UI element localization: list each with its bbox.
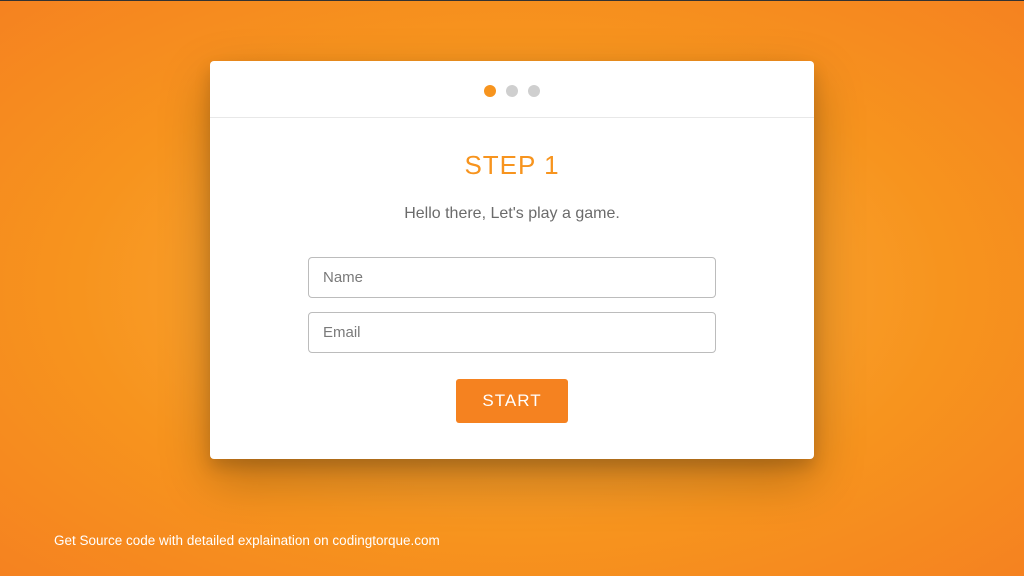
step-content: STEP 1 Hello there, Let's play a game. S… [210,118,814,459]
step-dot-2[interactable] [506,85,518,97]
step-subtitle: Hello there, Let's play a game. [250,205,774,223]
start-button[interactable]: START [456,379,567,423]
step-indicator [210,61,814,118]
email-input[interactable] [308,312,716,353]
footer-caption: Get Source code with detailed explainati… [54,533,440,548]
step-title: STEP 1 [250,150,774,181]
name-input[interactable] [308,257,716,298]
step-card: STEP 1 Hello there, Let's play a game. S… [210,61,814,459]
step-dot-1[interactable] [484,85,496,97]
step-dot-3[interactable] [528,85,540,97]
form-group [308,257,716,353]
